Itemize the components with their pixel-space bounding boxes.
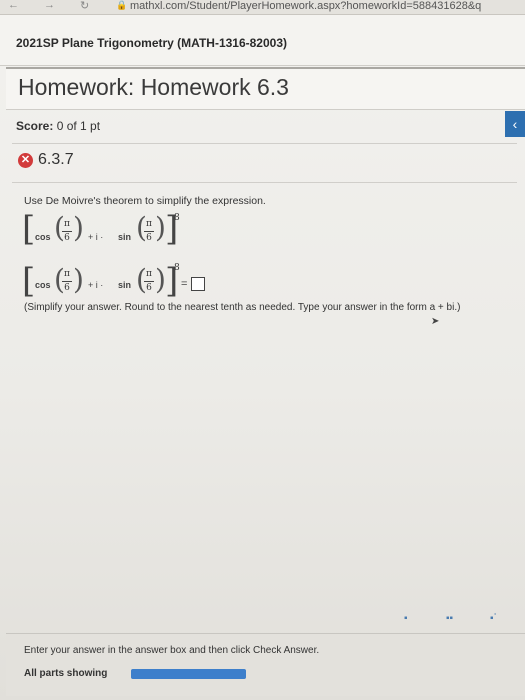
answer-input-box[interactable] bbox=[191, 277, 205, 291]
course-header: 2021SP Plane Trigonometry (MATH-1316-820… bbox=[0, 15, 525, 66]
equals-sign: = bbox=[181, 278, 188, 290]
fraction-pi-over-6: π6 bbox=[144, 219, 154, 243]
instruction-text: Use De Moivre's theorem to simplify the … bbox=[24, 195, 266, 207]
right-paren: ) bbox=[73, 263, 84, 296]
mixed-number-tool-icon[interactable]: ▪▪ bbox=[446, 613, 453, 624]
exponent: 8 bbox=[174, 263, 180, 273]
cos-label: cos bbox=[35, 280, 51, 290]
right-paren: ) bbox=[73, 211, 84, 244]
plus-i-operator: + i · bbox=[88, 280, 104, 290]
parts-progress-bar bbox=[131, 669, 246, 679]
hint-text: (Simplify your answer. Round to the near… bbox=[24, 302, 461, 313]
fraction-pi-over-6: π6 bbox=[62, 269, 72, 293]
fraction-tool-icon[interactable]: ▪ bbox=[404, 613, 408, 624]
incorrect-x-icon: ✕ bbox=[18, 153, 33, 168]
math-palette-toolbar: ▪ ▪▪ ▪˙ bbox=[398, 611, 523, 633]
expression-answer: [ cos ( π6 ) + i · sin ( π6 ) ] 8 = bbox=[22, 261, 242, 303]
score: Score: 0 of 1 pt bbox=[16, 119, 100, 133]
homework-title: Homework: Homework 6.3 bbox=[18, 74, 289, 100]
left-bracket: [ bbox=[22, 209, 36, 249]
reload-icon[interactable]: ↻ bbox=[80, 0, 89, 12]
fraction-pi-over-6: π6 bbox=[144, 269, 154, 293]
expression-prompt: [ cos ( π6 ) + i · sin ( π6 ) ] 8 bbox=[22, 209, 222, 257]
plus-i-operator: + i · bbox=[88, 232, 104, 242]
sin-label: sin bbox=[118, 280, 132, 290]
sin-label: sin bbox=[118, 232, 132, 242]
score-value: 0 of 1 pt bbox=[56, 119, 101, 133]
parts-showing-label: All parts showing bbox=[24, 668, 108, 679]
back-arrow-icon[interactable]: ← bbox=[8, 0, 19, 11]
answer-footer bbox=[6, 633, 525, 696]
footer-message: Enter your answer in the answer box and … bbox=[24, 645, 320, 656]
exponent: 8 bbox=[174, 213, 180, 223]
next-question-button[interactable]: ‹ bbox=[505, 111, 525, 137]
course-title: 2021SP Plane Trigonometry (MATH-1316-820… bbox=[16, 36, 287, 50]
chevron-left-icon: ‹ bbox=[512, 116, 518, 132]
question-header: ✕ 6.3.7 bbox=[12, 143, 517, 183]
homework-header: Homework: Homework 6.3 bbox=[6, 67, 525, 110]
question-number: 6.3.7 bbox=[38, 151, 74, 168]
forward-arrow-icon[interactable]: → bbox=[44, 0, 55, 11]
score-label: Score: bbox=[16, 119, 54, 133]
browser-address-bar: ← → ↻ 🔒 mathxl.com/Student/PlayerHomewor… bbox=[0, 0, 525, 15]
fraction-pi-over-6: π6 bbox=[62, 219, 72, 243]
progress-fill bbox=[131, 669, 246, 679]
left-bracket: [ bbox=[22, 261, 36, 301]
url-text[interactable]: mathxl.com/Student/PlayerHomework.aspx?h… bbox=[130, 0, 481, 12]
exponent-tool-icon[interactable]: ▪˙ bbox=[490, 613, 497, 624]
cos-label: cos bbox=[35, 232, 51, 242]
page: 2021SP Plane Trigonometry (MATH-1316-820… bbox=[0, 15, 525, 700]
lock-icon: 🔒 bbox=[116, 0, 128, 10]
mouse-pointer-icon: ➤ bbox=[431, 316, 440, 327]
